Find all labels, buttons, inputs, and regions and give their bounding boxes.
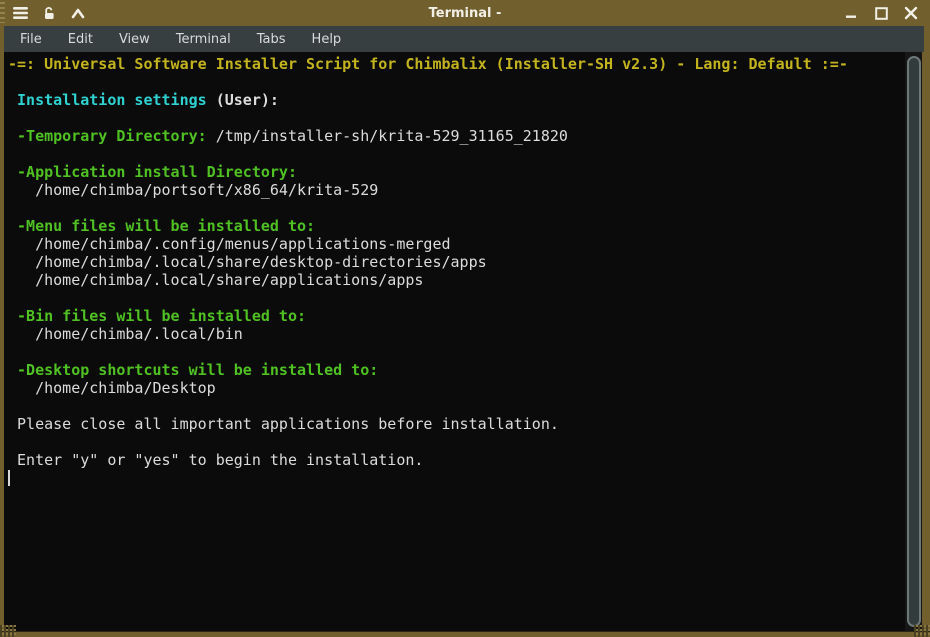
window-controls bbox=[840, 3, 930, 23]
hamburger-menu-icon bbox=[12, 7, 28, 19]
terminal-window: Terminal - File Edit View Terminal Tabs … bbox=[0, 0, 930, 637]
titlebar[interactable]: Terminal - bbox=[0, 0, 930, 26]
text-cursor bbox=[8, 470, 10, 486]
terminal-line: -Menu files will be installed to: bbox=[8, 217, 316, 235]
close-icon bbox=[904, 6, 918, 20]
terminal-line: Installation settings (User): bbox=[8, 91, 279, 109]
terminal-line: Enter "y" or "yes" to begin the installa… bbox=[8, 451, 424, 469]
terminal-line: Please close all important applications … bbox=[8, 415, 559, 433]
scroll-up-button[interactable] bbox=[67, 3, 89, 23]
menu-item-view[interactable]: View bbox=[109, 28, 160, 51]
terminal-line: /home/chimba/portsoft/x86_64/krita-529 bbox=[8, 181, 379, 199]
terminal-line: -Desktop shortcuts will be installed to: bbox=[8, 361, 379, 379]
close-button[interactable] bbox=[900, 3, 922, 23]
resize-grip-bottom-left[interactable] bbox=[0, 625, 16, 637]
menubar: File Edit View Terminal Tabs Help bbox=[4, 26, 924, 52]
terminal-line: -Application install Directory: bbox=[8, 163, 297, 181]
resize-grip-bottom-right[interactable] bbox=[914, 625, 930, 637]
terminal-line bbox=[8, 469, 905, 487]
window-menu-button[interactable] bbox=[9, 3, 31, 23]
minimize-icon bbox=[845, 7, 857, 19]
maximize-button[interactable] bbox=[870, 3, 892, 23]
menu-item-tabs[interactable]: Tabs bbox=[247, 28, 296, 51]
terminal-line: -=: Universal Software Installer Script … bbox=[8, 55, 848, 73]
scrollbar-thumb[interactable] bbox=[907, 56, 921, 627]
bottom-window-border bbox=[0, 625, 930, 637]
terminal-line: /home/chimba/Desktop bbox=[8, 379, 216, 397]
menu-item-terminal[interactable]: Terminal bbox=[166, 28, 241, 51]
menu-item-edit[interactable]: Edit bbox=[58, 28, 103, 51]
minimize-button[interactable] bbox=[840, 3, 862, 23]
terminal-area: -=: Universal Software Installer Script … bbox=[4, 52, 922, 631]
unlock-button[interactable] bbox=[38, 3, 60, 23]
chevron-up-icon bbox=[71, 8, 85, 19]
left-edge-resize-grip[interactable] bbox=[0, 2, 5, 23]
window-title: Terminal - bbox=[428, 5, 502, 21]
terminal-line: /home/chimba/.local/share/desktop-direct… bbox=[8, 253, 487, 271]
maximize-icon bbox=[874, 6, 888, 20]
terminal-line: -Temporary Directory: /tmp/installer-sh/… bbox=[8, 127, 568, 145]
unlock-icon bbox=[42, 6, 56, 20]
titlebar-icons bbox=[0, 3, 89, 23]
terminal-line: /home/chimba/.local/share/applications/a… bbox=[8, 271, 424, 289]
menu-item-help[interactable]: Help bbox=[302, 28, 352, 51]
terminal-output[interactable]: -=: Universal Software Installer Script … bbox=[4, 52, 905, 631]
terminal-line: /home/chimba/.local/bin bbox=[8, 325, 243, 343]
scrollbar-track[interactable] bbox=[905, 52, 922, 631]
terminal-line: /home/chimba/.config/menus/applications-… bbox=[8, 235, 451, 253]
terminal-line: -Bin files will be installed to: bbox=[8, 307, 307, 325]
menu-item-file[interactable]: File bbox=[10, 28, 52, 51]
